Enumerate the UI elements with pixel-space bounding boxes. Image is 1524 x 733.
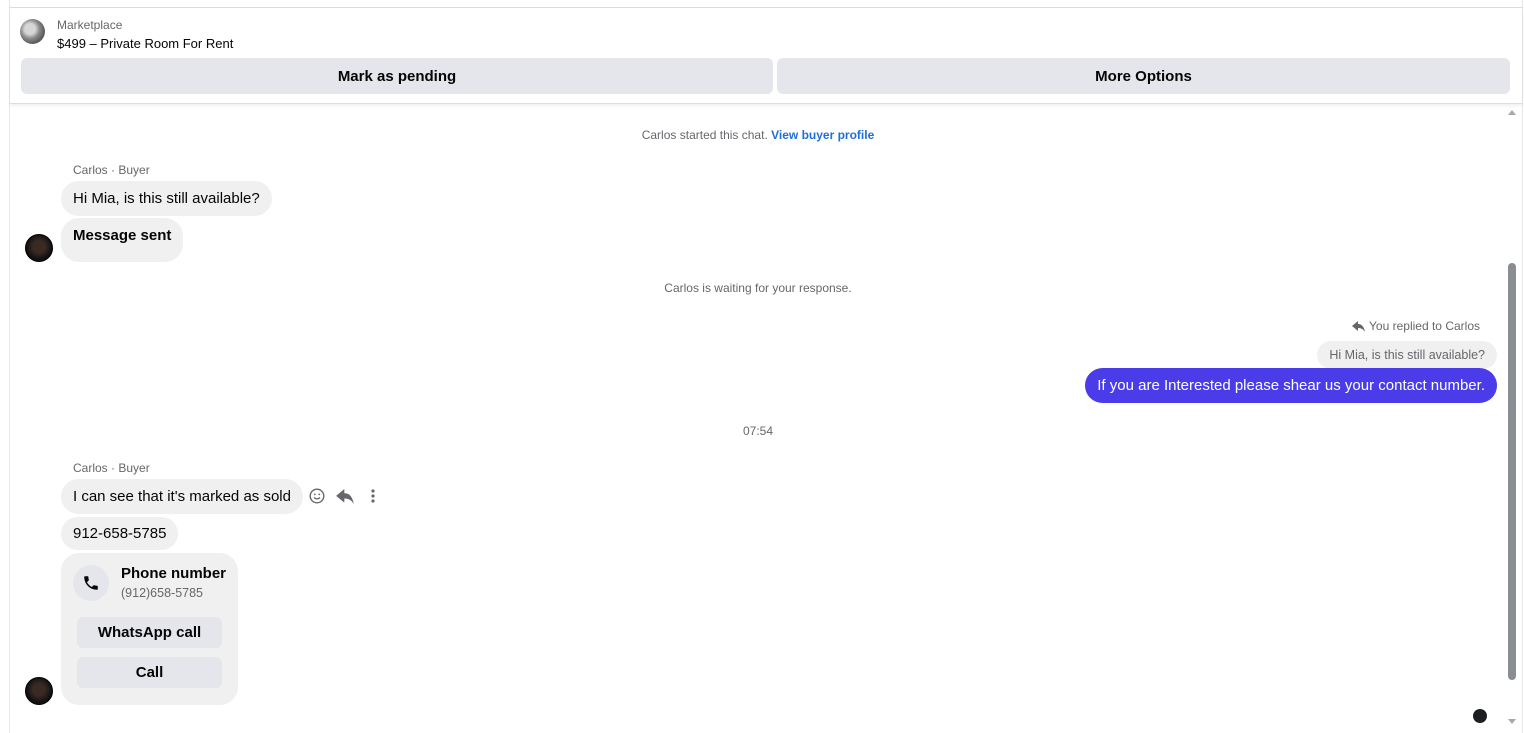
view-buyer-profile-link[interactable]: View buyer profile bbox=[771, 128, 874, 142]
incoming-message[interactable]: I can see that it's marked as sold bbox=[61, 479, 303, 514]
message-actions bbox=[308, 486, 382, 506]
reply-icon bbox=[1352, 320, 1366, 332]
chat-started-notice: Carlos started this chat. View buyer pro… bbox=[10, 128, 1506, 142]
incoming-message[interactable]: Hi Mia, is this still available? bbox=[61, 181, 272, 216]
waiting-notice: Carlos is waiting for your response. bbox=[664, 281, 852, 295]
reply-icon[interactable] bbox=[336, 486, 354, 506]
buyer-avatar[interactable] bbox=[25, 677, 53, 705]
reply-note-text: You replied to Carlos bbox=[1369, 319, 1480, 333]
chat-started-text: Carlos started this chat. bbox=[641, 128, 772, 142]
card-title: Phone number bbox=[121, 565, 227, 582]
whatsapp-call-button[interactable]: WhatsApp call bbox=[77, 617, 222, 648]
scroll-down-arrow-icon[interactable] bbox=[1508, 719, 1516, 724]
reply-note: You replied to Carlos bbox=[1352, 319, 1480, 333]
listing-thumbnail[interactable] bbox=[20, 19, 45, 44]
listing-title[interactable]: $499 – Private Room For Rent bbox=[57, 36, 233, 51]
status-indicator bbox=[1473, 709, 1487, 723]
more-options-button[interactable]: More Options bbox=[777, 58, 1510, 94]
scrollbar-thumb[interactable] bbox=[1508, 263, 1516, 680]
phone-number-card: Phone number (912)658-5785 WhatsApp call… bbox=[61, 553, 238, 705]
more-vertical-icon[interactable] bbox=[364, 486, 382, 506]
listing-source: Marketplace bbox=[57, 18, 123, 32]
scroll-up-arrow-icon[interactable] bbox=[1508, 110, 1516, 115]
call-button[interactable]: Call bbox=[77, 657, 222, 688]
mark-as-pending-button[interactable]: Mark as pending bbox=[21, 58, 773, 94]
phone-icon bbox=[73, 565, 109, 601]
incoming-message[interactable]: 912-658-5785 bbox=[61, 517, 179, 550]
card-phone-number: (912)658-5785 bbox=[121, 586, 204, 600]
smile-icon[interactable] bbox=[308, 486, 326, 506]
quoted-message[interactable]: Hi Mia, is this still available? bbox=[1317, 341, 1497, 369]
scrollbar[interactable] bbox=[1506, 108, 1518, 726]
sender-label: Carlos · Buyer bbox=[73, 461, 150, 475]
listing-header: Marketplace $499 – Private Room For Rent… bbox=[10, 8, 1522, 104]
sender-label: Carlos · Buyer bbox=[73, 163, 150, 177]
incoming-message[interactable]: Message sent bbox=[61, 218, 184, 262]
outgoing-message[interactable]: If you are Interested please shear us yo… bbox=[1085, 368, 1497, 403]
timestamp: 07:54 bbox=[742, 424, 774, 438]
buyer-avatar[interactable] bbox=[25, 234, 53, 262]
